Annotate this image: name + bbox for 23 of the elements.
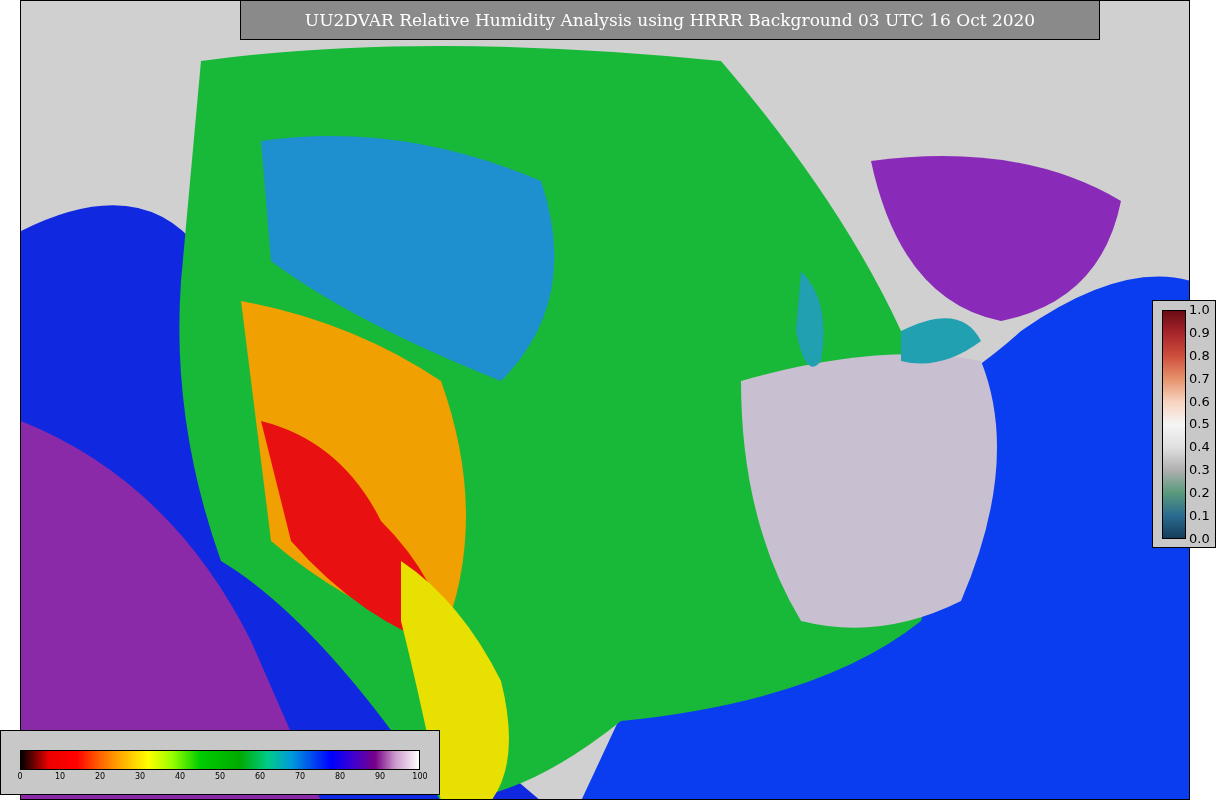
- tick-label: 50: [214, 772, 226, 781]
- tick-label: 0.3: [1189, 463, 1210, 478]
- tick-label: 10: [54, 772, 66, 781]
- tick-label: 0.5: [1189, 417, 1210, 432]
- tick-label: 0.4: [1189, 440, 1210, 455]
- tick-label: 0.0: [1189, 531, 1210, 546]
- tick-label: 0.7: [1189, 371, 1210, 386]
- tick-label: 0.1: [1189, 509, 1210, 523]
- tick-label: 90: [374, 772, 386, 781]
- tick-label: 0.2: [1189, 486, 1210, 501]
- tick-label: 1.0: [1189, 303, 1210, 317]
- tick-label: 60: [254, 772, 266, 781]
- tick-label: 0.6: [1189, 394, 1210, 409]
- tick-label: 100: [412, 772, 428, 781]
- tick-label: 40: [174, 772, 186, 781]
- tick-label: 80: [334, 772, 346, 781]
- tick-label: 30: [134, 772, 146, 781]
- tick-label: 70: [294, 772, 306, 781]
- tick-label: 0: [17, 772, 23, 781]
- map-title: UU2DVAR Relative Humidity Analysis using HRRR Background 03 UTC 16 Oct 2020: [240, 0, 1100, 40]
- tick-label: 0.8: [1189, 348, 1210, 363]
- tick-label: 20: [94, 772, 106, 781]
- tick-label: 0.9: [1189, 325, 1210, 340]
